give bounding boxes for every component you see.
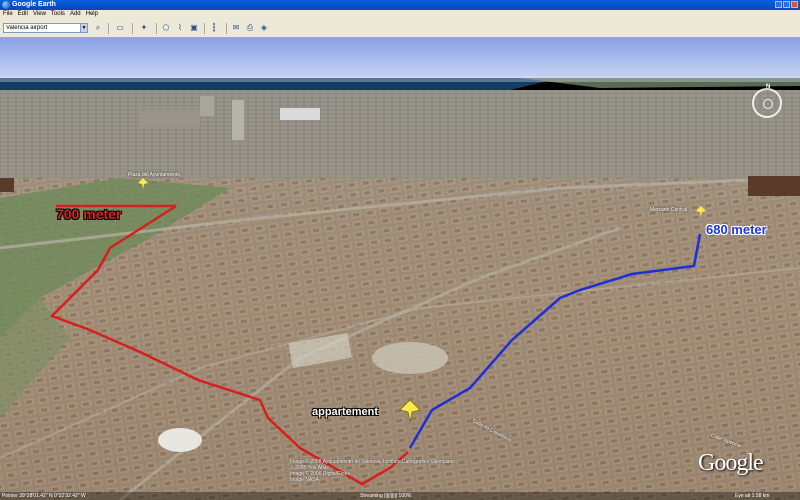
window-title: Google Earth: [12, 1, 56, 8]
menu-add[interactable]: Add: [70, 10, 81, 19]
toolbar: ▼ ⌕ ▭ ✦ ⬠ ⌇ ▣ ┇ ✉ ⎙ ◈: [0, 19, 800, 38]
eye-altitude: Eye alt 1.58 km: [735, 493, 770, 499]
placemark-appartement-label[interactable]: appartement: [312, 406, 378, 418]
google-earth-icon: [2, 1, 10, 9]
title-bar: Google Earth: [0, 0, 800, 10]
google-logo: Google: [698, 450, 764, 476]
placemark-label: Mercado Central: [650, 207, 687, 213]
sidebar-toggle-icon[interactable]: ▭: [114, 22, 126, 34]
menu-view[interactable]: View: [33, 10, 46, 19]
placemark-icon[interactable]: ✦: [138, 22, 150, 34]
menu-bar: File Edit View Tools Add Help: [0, 10, 800, 19]
print-icon[interactable]: ⎙: [244, 22, 256, 34]
search-go-icon[interactable]: ⌕: [92, 22, 104, 34]
email-icon[interactable]: ✉: [230, 22, 242, 34]
copyright-text: Image © 2008 Ayuntamiento de Valencia, I…: [290, 459, 455, 483]
toolbar-divider: [156, 23, 157, 34]
toolbar-divider: [108, 23, 109, 34]
toolbar-divider: [132, 23, 133, 34]
route-red-label: 700 meter: [56, 206, 122, 222]
ruler-icon[interactable]: ┇: [208, 22, 220, 34]
chevron-down-icon[interactable]: ▼: [80, 23, 88, 33]
overlay-icon[interactable]: ▣: [188, 22, 200, 34]
window-controls: [775, 1, 798, 8]
navigation-compass-icon[interactable]: N: [752, 84, 782, 118]
polygon-icon[interactable]: ⬠: [160, 22, 172, 34]
path-icon[interactable]: ⌇: [174, 22, 186, 34]
search-input[interactable]: [3, 23, 87, 33]
view-in-maps-icon[interactable]: ◈: [258, 22, 270, 34]
menu-file[interactable]: File: [3, 10, 13, 19]
placemark-label: Plaza del Ayuntamiento: [128, 172, 181, 178]
earth-3d-view[interactable]: N Plaza del Ayuntamiento Mercado Central…: [0, 38, 800, 500]
pointer-coordinates: Pointer 39°28'01.42" N 0°22'32.42" W: [2, 493, 86, 499]
route-blue-label: 680 meter: [706, 222, 767, 237]
streaming-status: Streaming |||||||||| 100%: [360, 493, 412, 499]
minimize-button[interactable]: [775, 1, 782, 8]
toolbar-divider: [204, 23, 205, 34]
menu-edit[interactable]: Edit: [18, 10, 28, 19]
menu-tools[interactable]: Tools: [51, 10, 65, 19]
maximize-button[interactable]: [783, 1, 790, 8]
menu-help[interactable]: Help: [86, 10, 98, 19]
terrain-render: [0, 38, 800, 500]
toolbar-divider: [226, 23, 227, 34]
status-bar: Pointer 39°28'01.42" N 0°22'32.42" W Str…: [0, 492, 800, 500]
close-button[interactable]: [791, 1, 798, 8]
